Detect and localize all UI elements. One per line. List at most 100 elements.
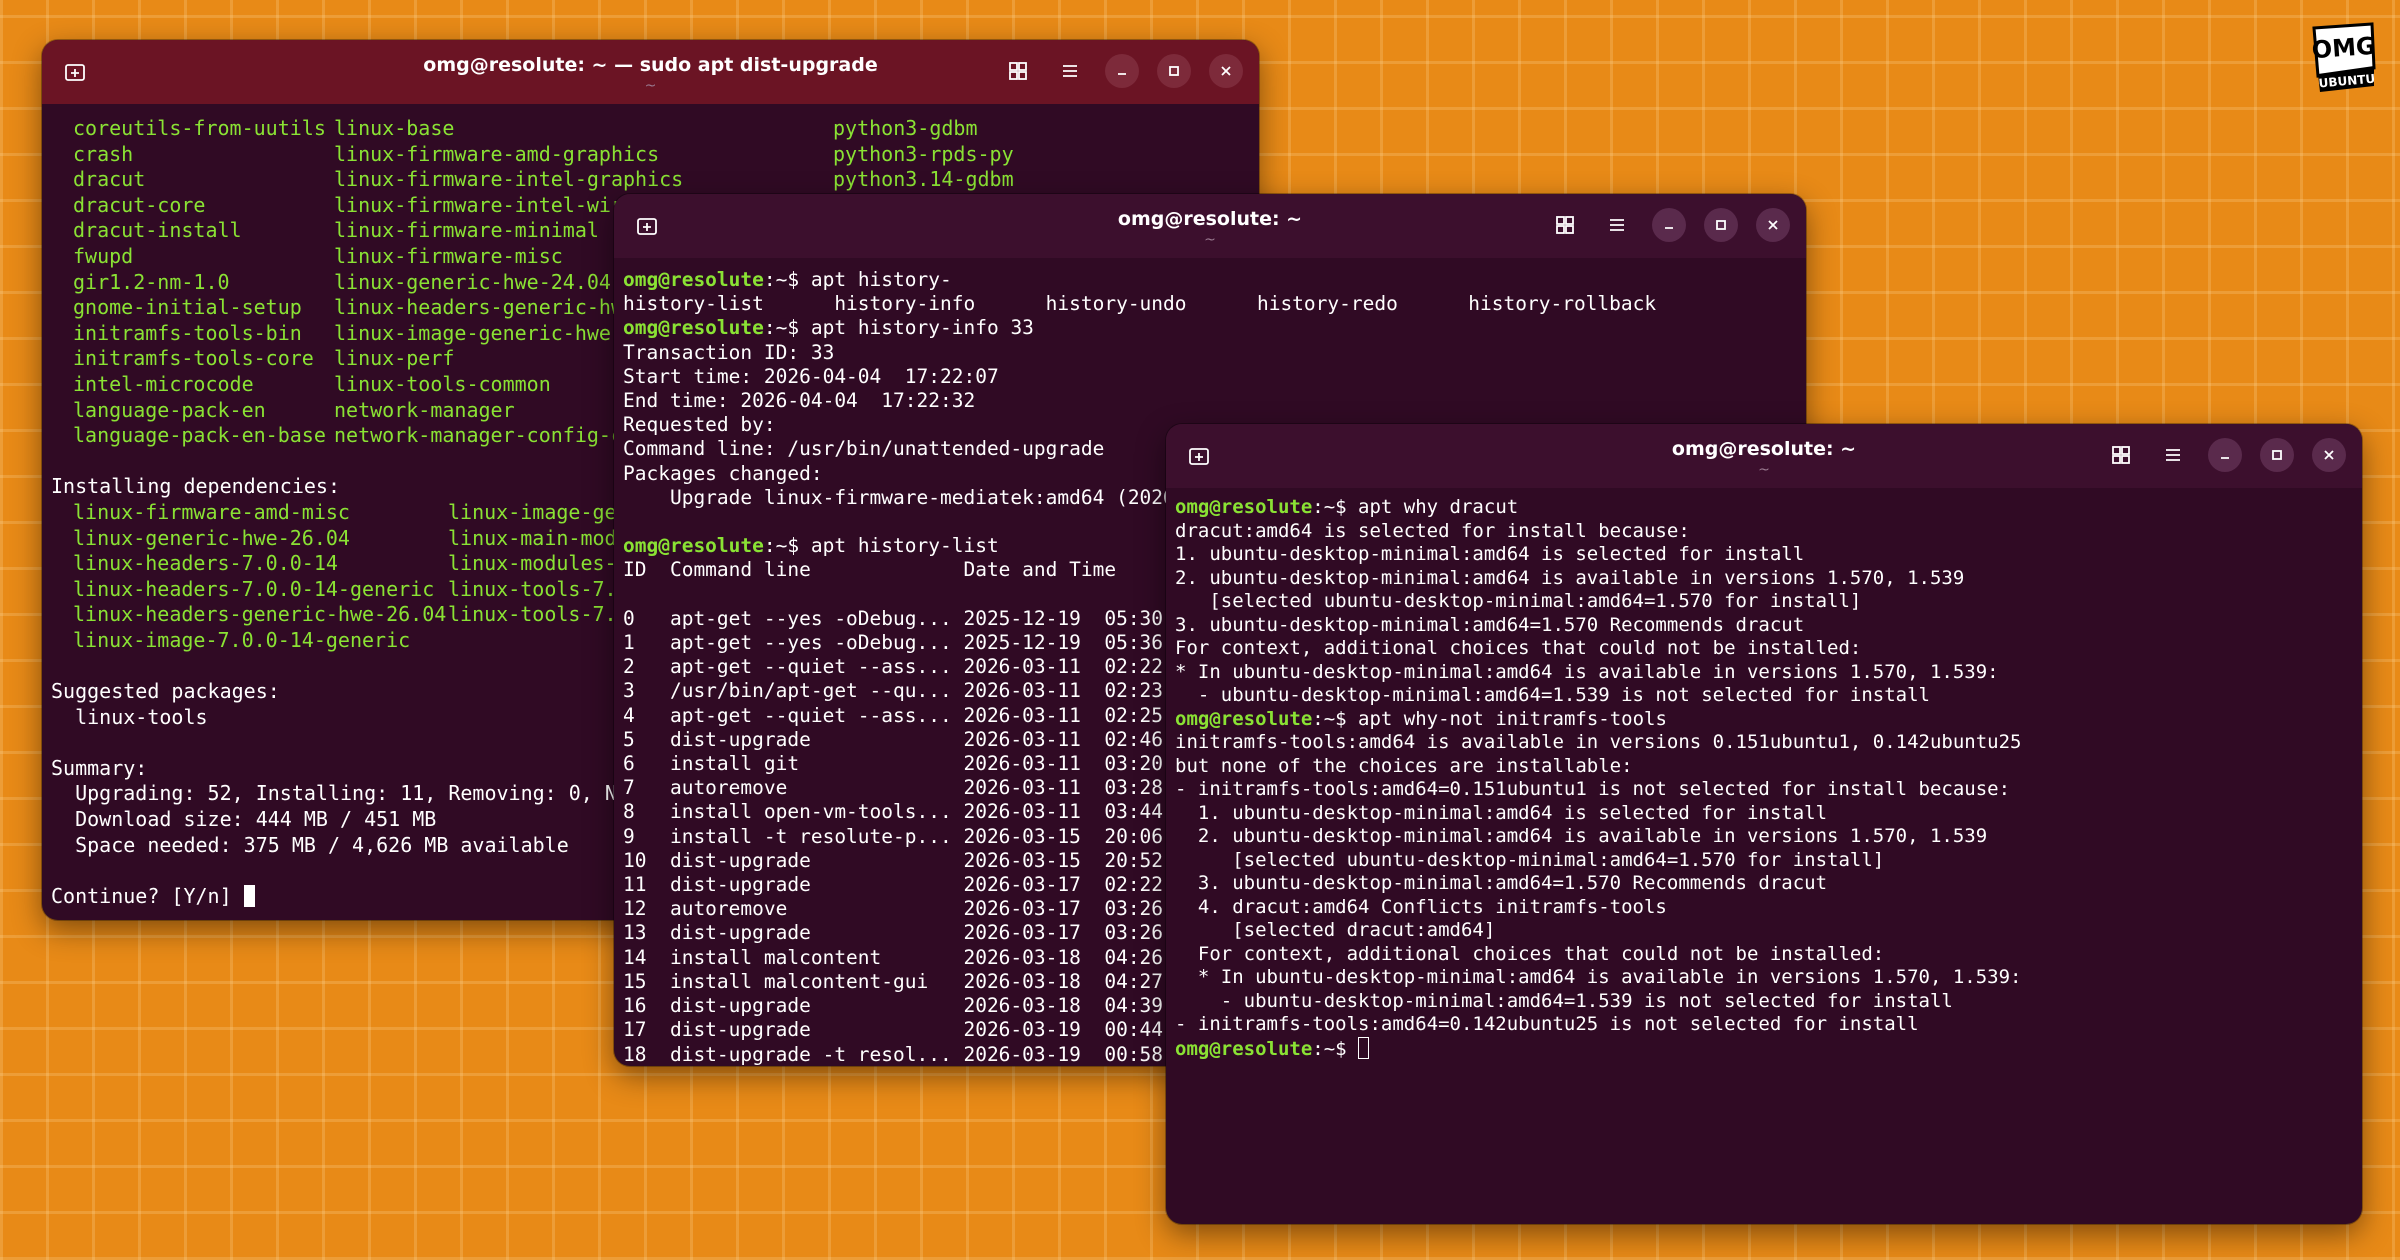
prompt: omg@resolute: [1175, 496, 1313, 518]
prompt: omg@resolute: [1175, 707, 1313, 730]
maximize-icon[interactable]: [2260, 438, 2294, 472]
hamburger-menu-icon[interactable]: [2156, 438, 2190, 472]
output-line: Transaction ID: 33: [623, 340, 835, 364]
window-titlebar[interactable]: omg@resolute: ~ — sudo apt dist-upgrade …: [42, 40, 1259, 104]
close-icon[interactable]: [2312, 438, 2346, 472]
output-line: For context, additional choices that cou…: [1175, 942, 1885, 965]
output-line: * In ubuntu-desktop-minimal:amd64 is ava…: [1175, 660, 1999, 683]
minimize-icon[interactable]: [1105, 54, 1139, 88]
output-line: 1. ubuntu-desktop-minimal:amd64 is selec…: [1175, 543, 1805, 565]
package-name: initramfs-tools-core: [73, 346, 314, 371]
output-line: [selected dracut:amd64]: [1175, 919, 1496, 941]
output-line: End time: 2026-04-04 17:22:32: [623, 389, 976, 413]
minimize-icon[interactable]: [1652, 208, 1686, 242]
output-line: 3. ubuntu-desktop-minimal:amd64=1.570 Re…: [1175, 872, 1828, 894]
output-line: initramfs-tools:amd64 is available in ve…: [1175, 731, 2022, 753]
output-line: - initramfs-tools:amd64=0.142ubuntu25 is…: [1175, 1013, 1919, 1035]
continue-prompt: Continue? [Y/n]: [51, 883, 244, 908]
package-name: fwupd: [73, 243, 134, 268]
package-name: python3-gdbm: [833, 116, 978, 140]
package-name: dracut-core: [73, 192, 206, 217]
pkg-list-col1: coreutils-from-uutils crash dracut dracut-c…: [73, 116, 334, 449]
package-name: language-pack-en-base: [73, 423, 326, 448]
command: apt history-info 33: [810, 316, 1034, 340]
package-name: dracut-install: [73, 218, 242, 243]
output-line: but none of the choices are installable:: [1175, 754, 1633, 777]
hamburger-menu-icon[interactable]: [1053, 54, 1087, 88]
prompt: omg@resolute: [623, 534, 764, 558]
deps-col1: linux-firmware-amd-misc linux-generic-hwe…: [73, 500, 448, 654]
output-line: 2. ubuntu-desktop-minimal:amd64 is avail…: [1175, 566, 1965, 589]
prompt-suffix: :~$: [763, 316, 811, 340]
minimize-icon[interactable]: [2208, 438, 2242, 472]
prompt-suffix: :~$: [763, 534, 811, 558]
package-name: coreutils-from-uutils: [73, 116, 326, 140]
package-name: linux-firmware-intel-graphics: [334, 167, 684, 192]
output-line: 1. ubuntu-desktop-minimal:amd64 is selec…: [1175, 801, 1828, 824]
output-line: - ubuntu-desktop-minimal:amd64=1.539 is …: [1175, 684, 1930, 706]
tab-overview-icon[interactable]: [2104, 438, 2138, 472]
package-name: linux-headers-generic-hwe-26.04: [73, 602, 447, 627]
output-line: For context, additional choices that cou…: [1175, 637, 1862, 659]
window-titlebar[interactable]: omg@resolute: ~ ~: [1166, 424, 2362, 488]
package-name: language-pack-en: [73, 397, 266, 422]
package-name: gnome-initial-setup: [73, 295, 302, 320]
package-name: linux-base: [334, 116, 455, 140]
why-not-output: initramfs-tools:amd64 is available in ve…: [1175, 731, 2353, 1037]
output-line: * In ubuntu-desktop-minimal:amd64 is ava…: [1175, 966, 2022, 988]
tab-overview-icon[interactable]: [1548, 208, 1582, 242]
package-name: linux-headers-7.0.0-14: [73, 551, 338, 576]
output-line: - initramfs-tools:amd64=0.151ubuntu1 is …: [1175, 778, 2011, 800]
prompt: omg@resolute: [1175, 1037, 1313, 1060]
package-name: python3.14-gdbm: [833, 167, 1014, 192]
output-line: [selected ubuntu-desktop-minimal:amd64=1…: [1175, 590, 1862, 612]
output-line: 3. ubuntu-desktop-minimal:amd64=1.570 Re…: [1175, 613, 1805, 636]
package-name: dracut: [73, 167, 146, 192]
prompt-suffix: :~$: [1312, 496, 1359, 518]
package-name: linux-firmware-amd-misc: [73, 499, 350, 524]
package-name: linux-headers-7.0.0-14-generic: [73, 576, 435, 601]
new-tab-icon[interactable]: [62, 60, 88, 84]
new-tab-icon[interactable]: [1186, 444, 1212, 468]
text-cursor: [1358, 1036, 1370, 1059]
command: apt history-list: [810, 534, 999, 558]
output-line: Start time: 2026-04-04 17:22:07: [623, 364, 999, 388]
package-name: gir1.2-nm-1.0: [73, 269, 230, 294]
package-name: linux-image-7.0.0-14-generic: [73, 627, 411, 652]
tab-overview-icon[interactable]: [1001, 54, 1035, 88]
output-line: dracut:amd64 is selected for install bec…: [1175, 519, 1690, 542]
prompt-suffix: :~$: [1312, 707, 1359, 730]
prompt-suffix: :~$: [1312, 1037, 1359, 1060]
close-icon[interactable]: [1209, 54, 1243, 88]
completion-list: history-list history-info history-undo h…: [623, 292, 1657, 316]
svg-text:OMG: OMG: [2311, 32, 2377, 64]
output-line: [selected ubuntu-desktop-minimal:amd64=1…: [1175, 848, 1885, 871]
package-name: intel-microcode: [73, 371, 254, 396]
package-name: linux-generic-hwe-26.04: [73, 525, 350, 550]
package-name: initramfs-tools-bin: [73, 320, 302, 345]
hamburger-menu-icon[interactable]: [1600, 208, 1634, 242]
package-name: python3-rpds-py: [833, 141, 1014, 166]
omg-ubuntu-logo: OMG UBUNTU: [2308, 22, 2378, 94]
window-titlebar[interactable]: omg@resolute: ~ ~: [614, 194, 1806, 258]
command: apt why dracut: [1358, 496, 1519, 518]
terminal-output[interactable]: omg@resolute:~$ apt why dracut dracut:amd…: [1166, 488, 2362, 1071]
maximize-icon[interactable]: [1157, 54, 1191, 88]
terminal-window-why[interactable]: omg@resolute: ~ ~ omg@resolute:~$ apt wh…: [1166, 424, 2362, 1224]
package-name: linux-firmware-amd-graphics: [334, 141, 660, 166]
new-tab-icon[interactable]: [634, 214, 660, 238]
output-line: 4. dracut:amd64 Conflicts initramfs-tool…: [1175, 895, 1667, 918]
maximize-icon[interactable]: [1704, 208, 1738, 242]
close-icon[interactable]: [1756, 208, 1790, 242]
why-output: dracut:amd64 is selected for install bec…: [1175, 520, 2353, 708]
text-cursor: [243, 884, 255, 907]
package-name: crash: [73, 141, 134, 166]
prompt: omg@resolute: [623, 316, 764, 340]
command: apt history-: [810, 268, 952, 291]
command: apt why-not initramfs-tools: [1358, 707, 1667, 730]
output-line: 2. ubuntu-desktop-minimal:amd64 is avail…: [1175, 825, 1988, 847]
prompt-suffix: :~$: [763, 268, 811, 291]
prompt: omg@resolute: [623, 268, 764, 291]
pkg-list-col3: python3-gdbm python3-rpds-py python3.14-gd…: [833, 116, 1014, 193]
output-line: - ubuntu-desktop-minimal:amd64=1.539 is …: [1175, 989, 1953, 1012]
